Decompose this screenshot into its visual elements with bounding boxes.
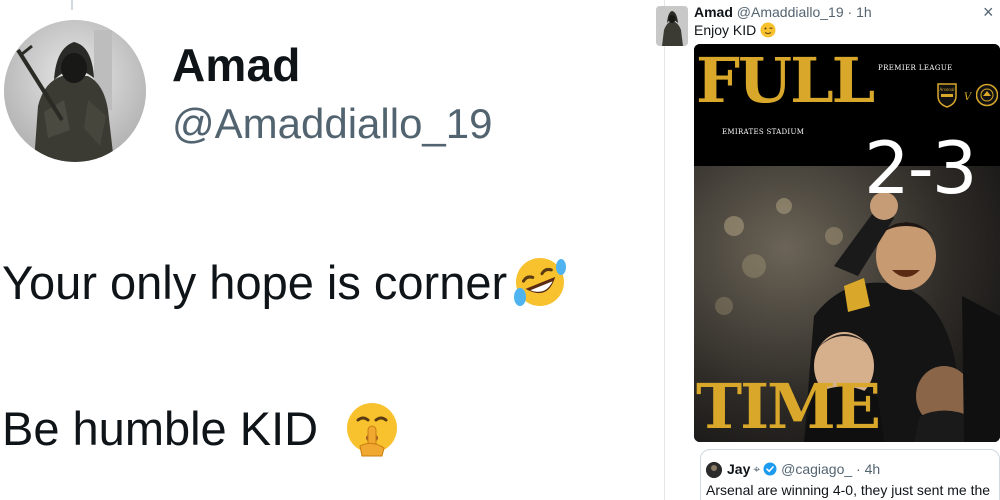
quoted-tweet-header: Jay ⌖ @cagiago_ · 4h <box>727 461 880 477</box>
quoted-avatar[interactable] <box>706 462 722 478</box>
thread-line <box>71 0 73 10</box>
full-time-headline-top: FULL <box>696 44 875 117</box>
tweet-text: Enjoy KID <box>694 22 757 38</box>
versus-label: V <box>964 92 972 103</box>
quoted-handle-and-time[interactable]: @cagiago_ · 4h <box>781 461 880 477</box>
user-handle[interactable]: @Amaddiallo_19 <box>172 100 493 148</box>
tweet-header: Amad @Amaddiallo_19 · 1h <box>694 4 872 20</box>
arsenal-crest-icon: Arsenal <box>936 82 958 108</box>
quoted-display-name[interactable]: Jay <box>727 461 750 477</box>
tweet-media-image[interactable]: FULL PREMIER LEAGUE Arsenal V EMIRATES S… <box>694 44 1000 442</box>
tweet-text-line-2: Be humble KID <box>2 398 402 458</box>
avatar-small[interactable] <box>656 6 688 46</box>
quoted-tweet-text: Arsenal are winning 4-0, they just sent … <box>706 482 991 498</box>
hooded-figure-avatar-image <box>656 6 688 46</box>
zoomed-tweet: Amad @Amaddiallo_19 Your only hope is co… <box>0 0 664 500</box>
tweet-text: Your only hope is corner <box>2 255 508 309</box>
full-time-headline-bottom: TIME <box>696 370 881 442</box>
tweet-text-row: Enjoy KID <box>694 22 776 38</box>
man-utd-crest-icon <box>975 82 999 108</box>
winking-face-emoji-icon <box>760 22 776 38</box>
hooded-figure-avatar-image <box>4 20 146 162</box>
venue-label: EMIRATES STADIUM <box>722 128 805 136</box>
handle-and-time[interactable]: @Amaddiallo_19 · 1h <box>737 4 872 20</box>
close-icon[interactable]: × <box>983 2 994 23</box>
crosshair-icon: ⌖ <box>753 461 761 476</box>
rolling-on-floor-laughing-emoji-icon <box>511 253 569 311</box>
svg-text:Arsenal: Arsenal <box>939 87 954 92</box>
verified-badge-icon <box>763 462 777 476</box>
match-score: 2-3 <box>864 126 978 210</box>
avatar[interactable] <box>4 20 146 162</box>
shushing-face-emoji-icon <box>342 398 402 458</box>
tweet-text-line-1: Your only hope is corner <box>2 253 569 311</box>
display-name[interactable]: Amad <box>694 4 733 20</box>
display-name[interactable]: Amad <box>172 38 301 92</box>
tweet-text: Be humble KID <box>2 401 319 455</box>
league-label: PREMIER LEAGUE <box>878 64 953 72</box>
